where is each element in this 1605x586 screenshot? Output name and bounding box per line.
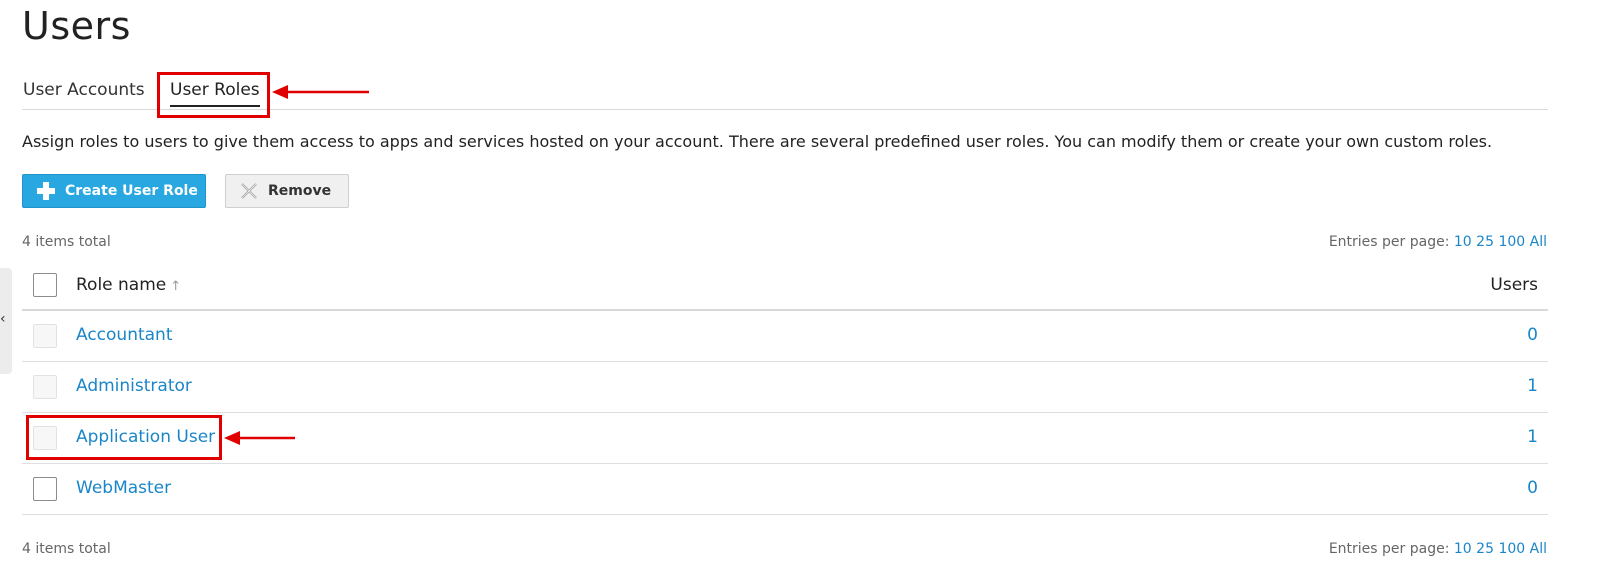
annotation-arrow-tab xyxy=(272,85,369,99)
page-size-100[interactable]: 100 xyxy=(1498,234,1525,250)
entries-per-page-bottom: Entries per page: 10 25 100 All xyxy=(1329,541,1547,557)
remove-button[interactable]: Remove xyxy=(225,174,349,208)
page-title: Users xyxy=(22,4,131,48)
users-count-link[interactable]: 1 xyxy=(1527,376,1538,396)
page-size-100[interactable]: 100 xyxy=(1498,541,1525,557)
column-header-role-name[interactable]: Role name ↑ xyxy=(76,275,181,295)
page-size-25[interactable]: 25 xyxy=(1476,541,1494,557)
create-user-role-label: Create User Role xyxy=(65,183,198,199)
annotation-box-row xyxy=(26,415,222,460)
page-size-25[interactable]: 25 xyxy=(1476,234,1494,250)
annotation-arrow-row xyxy=(224,431,295,445)
table-header: Role name ↑ Users xyxy=(22,260,1548,311)
column-role-name-label: Role name xyxy=(76,275,167,295)
users-count-link[interactable]: 0 xyxy=(1527,325,1538,345)
roles-table: Role name ↑ Users Accountant 0 Administra… xyxy=(22,260,1548,515)
page-size-all[interactable]: All xyxy=(1530,234,1547,250)
row-checkbox[interactable] xyxy=(33,477,57,501)
role-link-administrator[interactable]: Administrator xyxy=(76,376,192,396)
tab-user-accounts[interactable]: User Accounts xyxy=(23,80,145,100)
annotation-box-tab xyxy=(157,72,270,118)
entries-per-page-label: Entries per page: xyxy=(1328,541,1450,557)
sidebar-toggle[interactable]: ‹ xyxy=(0,268,12,374)
items-total-bottom: 4 items total xyxy=(22,541,111,557)
role-link-webmaster[interactable]: WebMaster xyxy=(76,478,171,498)
page-size-10[interactable]: 10 xyxy=(1454,541,1472,557)
page-size-10[interactable]: 10 xyxy=(1454,234,1472,250)
column-header-users: Users xyxy=(1490,275,1538,295)
plus-icon xyxy=(37,182,55,200)
table-row: Administrator 1 xyxy=(22,362,1548,413)
remove-label: Remove xyxy=(268,183,332,199)
row-checkbox xyxy=(33,375,57,399)
users-count-link[interactable]: 1 xyxy=(1527,427,1538,447)
remove-x-icon xyxy=(240,181,260,201)
page-description: Assign roles to users to give them acces… xyxy=(22,132,1493,151)
users-count-link[interactable]: 0 xyxy=(1527,478,1538,498)
page-size-all[interactable]: All xyxy=(1530,541,1547,557)
items-total-top: 4 items total xyxy=(22,234,111,250)
sort-ascending-icon: ↑ xyxy=(170,279,182,294)
table-row: Accountant 0 xyxy=(22,311,1548,362)
role-link-accountant[interactable]: Accountant xyxy=(76,325,173,345)
row-checkbox xyxy=(33,324,57,348)
select-all-checkbox[interactable] xyxy=(33,273,57,297)
entries-per-page-top: Entries per page: 10 25 100 All xyxy=(1329,234,1547,250)
chevron-left-icon: ‹ xyxy=(0,311,6,327)
table-row: WebMaster 0 xyxy=(22,464,1548,515)
create-user-role-button[interactable]: Create User Role xyxy=(22,174,206,208)
entries-per-page-label: Entries per page: xyxy=(1328,234,1450,250)
